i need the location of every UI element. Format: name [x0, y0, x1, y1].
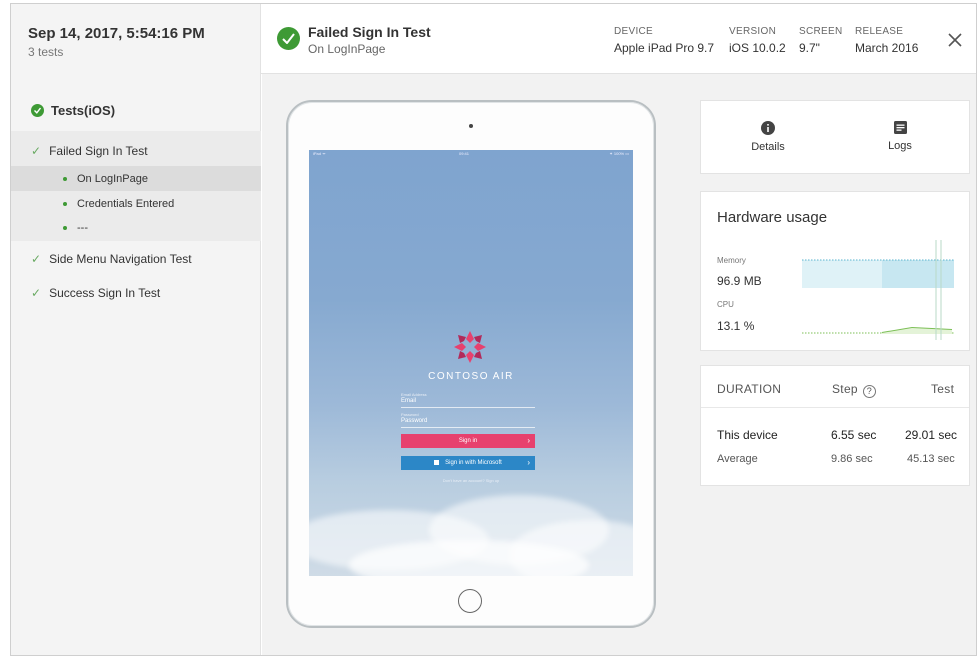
row-label-average: Average	[717, 453, 758, 465]
status-time: 09:41	[459, 151, 470, 156]
bullet-icon	[63, 226, 67, 231]
chevron-right-icon: ›	[527, 458, 530, 467]
hardware-usage-card: Hardware usage Memory 96.9 MB CPU 13.1 %	[700, 191, 970, 351]
home-button-icon	[458, 589, 482, 613]
brand-name: CONTOSO AIR	[428, 371, 514, 382]
logs-icon	[893, 121, 907, 134]
version-value: iOS 10.0.2	[729, 41, 786, 55]
average-step: 9.86 sec	[831, 453, 873, 465]
email-underline	[401, 407, 535, 408]
screen-value: 9.7"	[799, 41, 820, 55]
version-meta: VERSION iOS 10.0.2	[729, 26, 786, 55]
release-meta: RELEASE March 2016	[855, 26, 918, 55]
duration-title: DURATION	[717, 382, 782, 396]
test-step-subtitle: On LogInPage	[308, 42, 386, 56]
version-label: VERSION	[729, 26, 777, 37]
tab-details[interactable]: Details	[718, 121, 818, 153]
step-label: Step	[832, 382, 858, 396]
check-icon: ✓	[31, 252, 42, 266]
test-label: Success Sign In Test	[49, 286, 161, 300]
email-label: Email Address	[401, 392, 427, 397]
hardware-title: Hardware usage	[717, 209, 828, 226]
sidebar-item-failed-sign-in[interactable]: ✓ Failed Sign In Test	[31, 144, 148, 158]
step-column-header: Step?	[832, 382, 876, 398]
tab-logs-label: Logs	[888, 140, 912, 152]
test-report-window: Sep 14, 2017, 5:54:16 PM 3 tests Failed …	[10, 3, 977, 656]
info-icon	[761, 121, 775, 135]
passed-check-icon	[277, 27, 300, 50]
device-frame: iPad ᯤ 09:41 ✦ 100% ▭ CONTOSO AIR Email …	[286, 100, 656, 628]
average-test: 45.13 sec	[907, 453, 955, 465]
step-item-dashes[interactable]: ---	[63, 222, 88, 234]
step-label: ---	[77, 222, 88, 234]
run-date: Sep 14, 2017, 5:54:16 PM	[28, 25, 205, 42]
sidebar-item-success-sign-in[interactable]: ✓ Success Sign In Test	[31, 286, 160, 300]
test-label: Failed Sign In Test	[49, 144, 148, 158]
duration-header: DURATION Step? Test	[701, 366, 969, 408]
row-label-this-device: This device	[717, 428, 778, 442]
memory-value: 96.9 MB	[717, 274, 762, 288]
step-label: On LogInPage	[77, 173, 148, 185]
release-label: RELEASE	[855, 26, 904, 37]
run-summary: Sep 14, 2017, 5:54:16 PM 3 tests	[11, 4, 261, 74]
test-title: Failed Sign In Test	[308, 24, 431, 40]
sign-in-label: Sign in	[458, 438, 478, 444]
step-item-loginpage[interactable]: On LogInPage	[63, 173, 148, 185]
passed-check-icon	[31, 104, 44, 117]
tree-root-label: Tests(iOS)	[51, 103, 116, 118]
step-item-credentials[interactable]: Credentials Entered	[63, 198, 174, 210]
camera-icon	[469, 124, 473, 128]
test-tree-sidebar: Tests(iOS) ✓ Failed Sign In Test On LogI…	[11, 74, 261, 655]
hardware-sparkline	[802, 240, 954, 340]
signup-prompt: Don't have an account? Sign up	[442, 478, 500, 483]
status-left: iPad ᯤ	[313, 151, 326, 156]
contoso-logo-icon	[454, 331, 486, 363]
screen-label: SCREEN	[799, 26, 843, 37]
sidebar-item-side-menu[interactable]: ✓ Side Menu Navigation Test	[31, 252, 192, 266]
main-panel: iPad ᯤ 09:41 ✦ 100% ▭ CONTOSO AIR Email …	[262, 74, 976, 655]
windows-icon	[434, 459, 440, 465]
screen-meta: SCREEN 9.7"	[799, 26, 842, 55]
tab-logs[interactable]: Logs	[850, 121, 950, 152]
header: Sep 14, 2017, 5:54:16 PM 3 tests Failed …	[11, 4, 976, 74]
test-label: Side Menu Navigation Test	[49, 252, 192, 266]
device-value: Apple iPad Pro 9.7	[614, 41, 715, 55]
memory-label: Memory	[717, 256, 746, 265]
email-field: Email	[401, 398, 417, 404]
chevron-right-icon: ›	[527, 436, 530, 445]
device-meta: DEVICE Apple iPad Pro 9.7	[614, 26, 714, 55]
tab-details-label: Details	[751, 141, 785, 153]
step-label: Credentials Entered	[77, 198, 175, 210]
close-icon[interactable]	[946, 31, 964, 49]
password-underline	[401, 427, 535, 428]
memory-band-recent	[882, 260, 954, 288]
release-value: March 2016	[855, 41, 919, 55]
tree-root-ios[interactable]: Tests(iOS)	[31, 103, 115, 118]
bullet-icon	[63, 202, 67, 207]
duration-card: DURATION Step? Test This device 6.55 sec…	[700, 365, 970, 486]
test-count: 3 tests	[28, 45, 64, 59]
bullet-icon	[63, 177, 67, 182]
sign-in-microsoft-label: Sign in with Microsoft	[445, 460, 502, 466]
this-device-test: 29.01 sec	[905, 428, 958, 442]
sign-in-microsoft-button: Sign in with Microsoft ›	[401, 456, 535, 470]
password-label: Password	[401, 412, 419, 417]
sign-in-button: Sign in ›	[401, 434, 535, 448]
details-logs-card: Details Logs	[700, 100, 970, 174]
password-field: Password	[401, 418, 428, 424]
status-battery: ✦ 100% ▭	[609, 151, 629, 156]
this-device-step: 6.55 sec	[831, 428, 877, 442]
help-icon[interactable]: ?	[862, 385, 876, 398]
device-screenshot: iPad ᯤ 09:41 ✦ 100% ▭ CONTOSO AIR Email …	[309, 150, 633, 576]
cpu-label: CPU	[717, 300, 734, 309]
cpu-value: 13.1 %	[717, 319, 755, 333]
check-icon: ✓	[31, 286, 42, 300]
check-icon: ✓	[31, 144, 42, 158]
test-column-header: Test	[931, 382, 955, 396]
ios-status-bar: iPad ᯤ 09:41 ✦ 100% ▭	[309, 150, 633, 158]
device-label: DEVICE	[614, 26, 654, 37]
